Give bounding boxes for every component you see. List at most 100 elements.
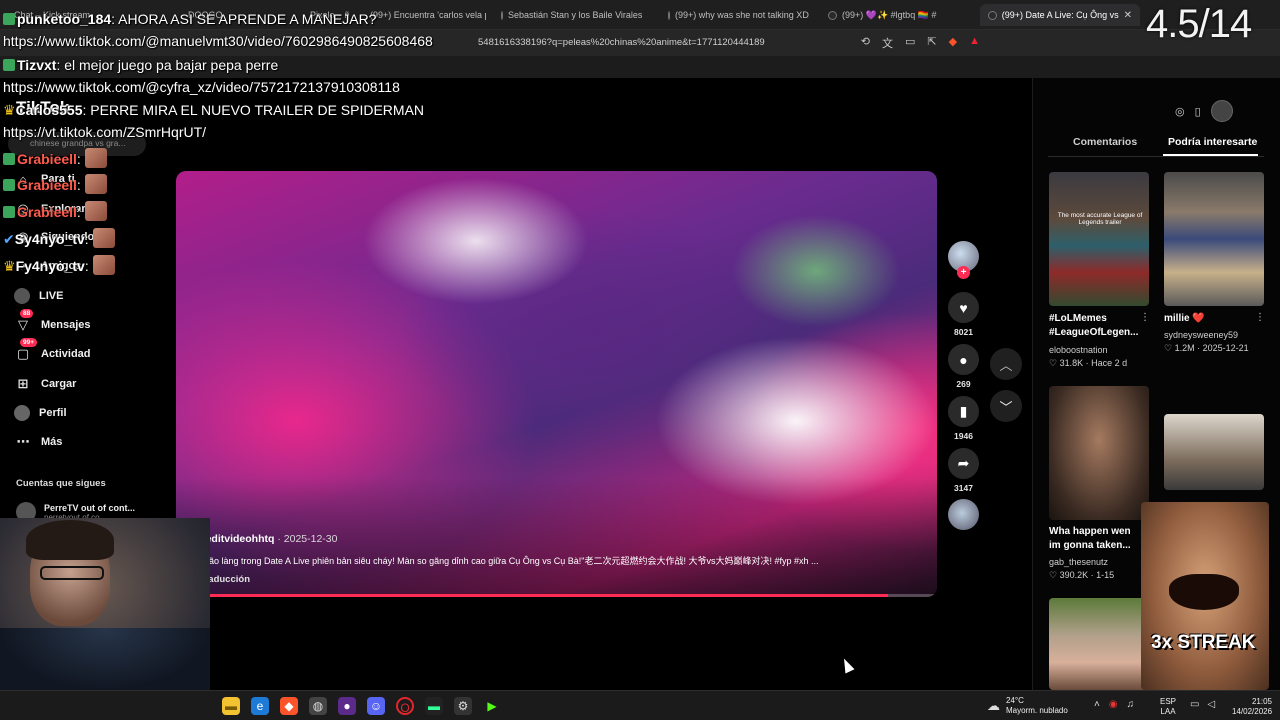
video-author[interactable]: gab_thesenutz [1049, 557, 1108, 567]
chat-badge-icon [3, 206, 15, 218]
sidebar-item-mas[interactable]: ⋯ Más [14, 431, 63, 453]
video-title[interactable]: Wha happen wen im gonna taken... [1049, 525, 1144, 553]
tab-podria-interesarte[interactable]: Podría interesarte [1168, 136, 1257, 148]
heart-outline-icon: ♡ [1049, 358, 1058, 368]
language-icon[interactable]: 文 [882, 35, 893, 51]
app-icon[interactable]: ◍ [309, 697, 327, 715]
notification-badge: 88 [20, 309, 34, 318]
rewards-icon[interactable]: ▲ [969, 35, 980, 51]
close-icon[interactable]: ✕ [1124, 10, 1132, 21]
video-title[interactable]: #LoLMemes #LeagueOfLegen... [1049, 312, 1149, 340]
profile-avatar[interactable] [1210, 100, 1233, 122]
sidebar-item-label: Actividad [41, 348, 91, 360]
opera-icon[interactable]: O [396, 697, 414, 715]
browser-tab-5[interactable]: Sebastián Stan y los Baile Virales en [493, 4, 645, 26]
browser-tab-6[interactable]: (99+) why was she not talking XD | T [660, 4, 810, 26]
chat-line: Tizvxt: el mejor juego pa bajar pepa per… [3, 57, 278, 73]
browser-tab-active[interactable]: (99+) Date A Live: Cụ Ông vs ✕ [980, 4, 1140, 26]
terminal-icon[interactable]: ▬ [425, 697, 443, 715]
sidebar-item-label: Perfil [39, 407, 67, 419]
message-icon: ▽ 88 [14, 309, 34, 334]
video-author[interactable]: sydneysweeney59 [1164, 330, 1238, 340]
crown-icon: ♛ [3, 102, 16, 118]
tiktok-icon [828, 10, 837, 20]
streamer-webcam [0, 518, 210, 690]
clock[interactable]: 21:05 14/02/2026 [1232, 697, 1272, 717]
sidebar-item-actividad[interactable]: ▢ 99+ Actividad [14, 338, 91, 365]
cast-icon[interactable]: ▭ [905, 35, 915, 51]
more-options-icon[interactable]: ⋮ [1140, 312, 1150, 323]
tab-label: (99+) Date A Live: Cụ Ông vs [1001, 10, 1119, 20]
like-button[interactable]: ♥ [948, 292, 979, 323]
follow-plus-icon[interactable]: + [957, 266, 970, 279]
microphone-icon[interactable]: ♫ [1127, 699, 1135, 710]
tab-label: (99+) why was she not talking XD | T [675, 10, 810, 20]
chevron-up-icon[interactable]: ˄ [1094, 699, 1100, 710]
chat-line: ♛Fy4nyo_tv: [3, 255, 115, 275]
comment-button[interactable]: ● [948, 344, 979, 375]
share-count: 3147 [954, 483, 973, 493]
video-thumbnail[interactable] [1049, 598, 1149, 690]
tab-divider [1048, 156, 1264, 157]
emote-icon [84, 201, 107, 221]
next-video-button[interactable]: ﹀ [990, 390, 1022, 422]
tab-label: (99+) 💜✨ #lgtbq 🏳️‍🌈 # [842, 9, 937, 20]
brave-shield-icon[interactable]: ◆ [949, 35, 957, 51]
discord-icon[interactable]: ☺ [367, 697, 385, 715]
tab-comentarios[interactable]: Comentarios [1073, 136, 1137, 148]
panel-top-icons: ◎ ▯ [1175, 100, 1233, 122]
profile-icon [14, 405, 30, 421]
video-title[interactable]: millie ❤️ [1164, 312, 1254, 326]
music-disc-icon[interactable] [948, 499, 979, 530]
volume-icon[interactable]: ◁ [1207, 699, 1215, 710]
edge-icon[interactable]: e [251, 697, 269, 715]
coin-icon[interactable]: ◎ [1175, 105, 1185, 118]
more-options-icon[interactable]: ⋮ [1255, 312, 1265, 323]
browser-tab-4[interactable]: (99+) Encuentra 'carlos vela peruano' [362, 4, 486, 26]
chat-username: Grabieell [17, 151, 77, 167]
like-count: 390.2K [1059, 570, 1089, 580]
save-button[interactable]: ▮ [948, 396, 979, 427]
video-date: 2025-12-21 [1202, 343, 1249, 353]
previous-video-button[interactable]: ︿ [990, 348, 1022, 380]
video-progress-fill [176, 594, 888, 597]
video-progress-bar[interactable] [176, 594, 937, 597]
share-button[interactable]: ➦ [948, 448, 979, 479]
tiktok-icon [988, 10, 997, 20]
translate-icon[interactable]: ⟲ [861, 35, 870, 51]
video-author[interactable]: eloboostnation [1049, 345, 1108, 355]
chat-line: Grabieell: [3, 148, 107, 168]
tiktok-icon [668, 10, 670, 20]
video-date: 2025-12-30 [283, 533, 338, 545]
tray-app-icon[interactable]: ◉ [1109, 699, 1118, 710]
chat-username: Carlos555 [15, 102, 83, 118]
brave-icon[interactable]: ◆ [280, 697, 298, 715]
language-indicator[interactable]: ESP LAA [1160, 697, 1176, 717]
device-icon[interactable]: ▯ [1195, 105, 1201, 118]
video-thumbnail[interactable] [1164, 414, 1264, 490]
heart-outline-icon: ♡ [1049, 570, 1058, 580]
video-thumbnail[interactable]: The most accurate League of Legends trai… [1049, 172, 1149, 306]
chat-line: punketoo_184: AHORA ASI SE APRENDE A MAN… [3, 11, 376, 27]
sidebar-item-perfil[interactable]: Perfil [14, 402, 67, 424]
weather-widget[interactable]: ☁ 24°C Mayorm. nublado [987, 696, 1068, 716]
video-player[interactable]: hiepeditvideohhtq · 2025-12-30 Wibu lão … [176, 171, 937, 597]
language-code: ESP [1160, 697, 1177, 706]
address-bar-icons: ⟲ 文 ▭ ⇱ ◆ ▲ [861, 35, 980, 51]
obs-icon[interactable]: ● [338, 697, 356, 715]
network-icon[interactable]: ▭ [1190, 699, 1199, 710]
webcam-hair [26, 520, 114, 560]
chat-message: https://www.tiktok.com/@cyfra_xz/video/7… [3, 79, 400, 95]
video-thumbnail[interactable] [1164, 172, 1264, 306]
sidebar-item-mensajes[interactable]: ▽ 88 Mensajes [14, 309, 91, 336]
url-text[interactable]: 5481616338196?q=peleas%20chinas%20anime&… [478, 37, 765, 48]
video-thumbnail[interactable] [1049, 386, 1149, 520]
share-icon[interactable]: ⇱ [927, 35, 936, 51]
file-explorer-icon[interactable]: ▬ [222, 697, 240, 715]
kick-icon[interactable]: ▶ [483, 697, 501, 715]
settings-icon[interactable]: ⚙ [454, 697, 472, 715]
browser-tab-7[interactable]: (99+) 💜✨ #lgtbq 🏳️‍🌈 # [820, 4, 970, 26]
sidebar-item-live[interactable]: LIVE [14, 285, 63, 307]
chat-badge-icon [3, 13, 15, 25]
sidebar-item-cargar[interactable]: ⊞ Cargar [14, 373, 77, 395]
